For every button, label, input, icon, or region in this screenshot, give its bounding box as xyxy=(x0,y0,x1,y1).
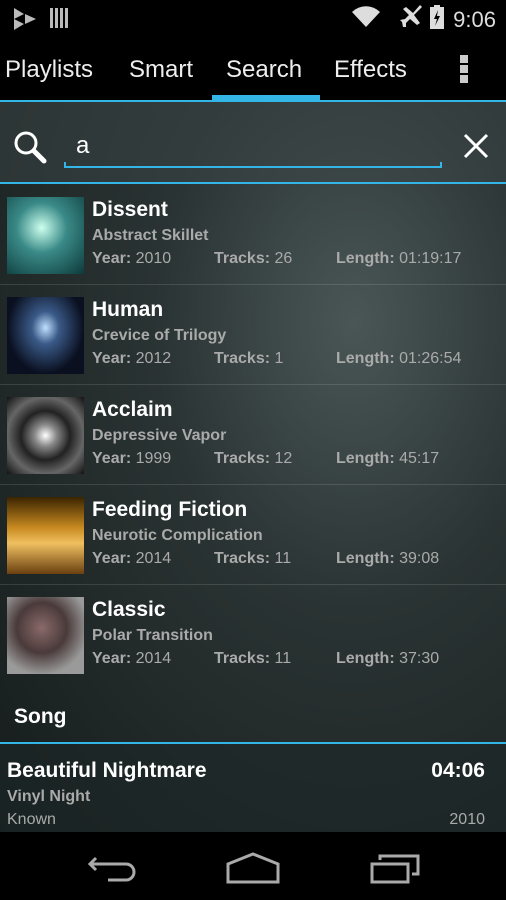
info-label: Length: xyxy=(336,550,395,567)
album-tracks: Tracks: 11 xyxy=(214,550,291,568)
album-artist: Neurotic Complication xyxy=(92,527,263,544)
album-tracks: Tracks: 1 xyxy=(214,350,283,368)
album-artist: Depressive Vapor xyxy=(92,427,227,444)
album-length: Length: 01:26:54 xyxy=(336,350,461,368)
album-title: Human xyxy=(92,298,164,321)
album-title: Classic xyxy=(92,598,166,621)
info-label: Length: xyxy=(336,350,395,367)
recent-apps-icon[interactable] xyxy=(370,852,420,884)
album-artist: Abstract Skillet xyxy=(92,227,209,244)
info-label: Length: xyxy=(336,650,395,667)
info-value: 1 xyxy=(274,350,284,367)
album-year: Year: 2012 xyxy=(92,350,171,368)
search-bar: a xyxy=(0,102,506,184)
album-row-feeding-fiction[interactable]: Feeding Fiction Neurotic Complication Ye… xyxy=(0,485,506,585)
song-section-header: Song xyxy=(14,705,67,728)
info-label: Tracks: xyxy=(214,450,271,467)
album-length: Length: 01:19:17 xyxy=(336,250,461,268)
tab-playlists[interactable]: Playlists xyxy=(5,56,93,84)
info-label: Length: xyxy=(336,450,395,467)
info-value: 2012 xyxy=(135,350,172,367)
info-label: Tracks: xyxy=(214,650,271,667)
album-row-classic[interactable]: Classic Polar Transition Year: 2014 Trac… xyxy=(0,585,506,685)
info-value: 01:19:17 xyxy=(399,250,462,267)
info-value: 11 xyxy=(274,550,292,567)
album-title: Dissent xyxy=(92,198,168,221)
info-value: 45:17 xyxy=(399,450,440,467)
album-tracks: Tracks: 11 xyxy=(214,650,291,668)
search-icon[interactable] xyxy=(13,130,47,164)
info-label: Length: xyxy=(336,250,395,267)
album-length: Length: 45:17 xyxy=(336,450,439,468)
search-input[interactable]: a xyxy=(64,132,442,168)
album-art xyxy=(7,597,84,674)
info-label: Tracks: xyxy=(214,250,271,267)
song-album: Known xyxy=(7,811,56,828)
clear-search-icon[interactable] xyxy=(463,133,489,159)
barcode-icon xyxy=(50,8,68,28)
info-label: Year: xyxy=(92,650,132,667)
overflow-menu-icon[interactable] xyxy=(460,55,470,85)
status-bar: 9:06 xyxy=(0,0,506,38)
info-value: 01:26:54 xyxy=(399,350,462,367)
info-value: 1999 xyxy=(135,450,172,467)
info-value: 37:30 xyxy=(399,650,440,667)
play-store-icon xyxy=(14,8,36,30)
album-title: Feeding Fiction xyxy=(92,498,248,521)
album-art xyxy=(7,397,84,474)
album-artist: Polar Transition xyxy=(92,627,213,644)
info-value: 2014 xyxy=(135,650,172,667)
tab-bar: Playlists Smart Search Effects xyxy=(0,38,506,102)
content-area: a Dissent Abstract Skillet Year: 2010 Tr… xyxy=(0,102,506,832)
back-icon[interactable] xyxy=(88,854,138,882)
navigation-bar xyxy=(0,832,506,900)
song-row[interactable]: Beautiful Nightmare 04:06 Vinyl Night Kn… xyxy=(0,744,506,832)
info-label: Tracks: xyxy=(214,550,271,567)
info-value: 2014 xyxy=(135,550,172,567)
info-value: 26 xyxy=(274,250,293,267)
tab-smart[interactable]: Smart xyxy=(129,56,193,84)
album-artist: Crevice of Trilogy xyxy=(92,327,227,344)
tab-effects[interactable]: Effects xyxy=(334,56,407,84)
tab-search[interactable]: Search xyxy=(226,56,302,84)
wifi-icon xyxy=(352,6,380,28)
info-value: 11 xyxy=(274,650,292,667)
info-label: Year: xyxy=(92,350,132,367)
battery-charging-icon xyxy=(430,5,444,29)
album-row-human[interactable]: Human Crevice of Trilogy Year: 2012 Trac… xyxy=(0,285,506,385)
song-title: Beautiful Nightmare xyxy=(7,759,207,782)
active-tab-indicator xyxy=(212,95,320,101)
album-row-acclaim[interactable]: Acclaim Depressive Vapor Year: 1999 Trac… xyxy=(0,385,506,485)
airplane-icon xyxy=(400,5,422,27)
album-title: Acclaim xyxy=(92,398,173,421)
album-row-dissent[interactable]: Dissent Abstract Skillet Year: 2010 Trac… xyxy=(0,185,506,285)
info-label: Year: xyxy=(92,450,132,467)
info-value: 39:08 xyxy=(399,550,440,567)
album-length: Length: 37:30 xyxy=(336,650,439,668)
info-label: Year: xyxy=(92,250,132,267)
home-icon[interactable] xyxy=(226,852,280,884)
album-year: Year: 2010 xyxy=(92,250,171,268)
album-year: Year: 2014 xyxy=(92,550,171,568)
album-length: Length: 39:08 xyxy=(336,550,439,568)
song-artist: Vinyl Night xyxy=(7,788,91,805)
album-art xyxy=(7,197,84,274)
info-value: 12 xyxy=(274,450,293,467)
album-tracks: Tracks: 12 xyxy=(214,450,292,468)
info-label: Year: xyxy=(92,550,132,567)
album-art xyxy=(7,297,84,374)
song-year: 2010 xyxy=(449,811,485,828)
song-duration: 04:06 xyxy=(431,759,485,782)
info-value: 2010 xyxy=(135,250,172,267)
album-tracks: Tracks: 26 xyxy=(214,250,292,268)
album-art xyxy=(7,497,84,574)
album-year: Year: 1999 xyxy=(92,450,171,468)
album-year: Year: 2014 xyxy=(92,650,171,668)
clock: 9:06 xyxy=(453,7,496,32)
info-label: Tracks: xyxy=(214,350,271,367)
